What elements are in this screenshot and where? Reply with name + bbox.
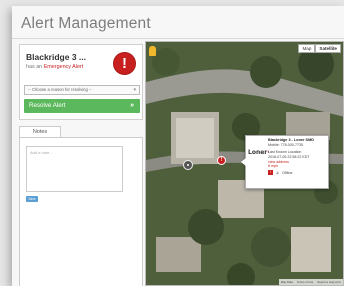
resolve-alert-button[interactable]: Resolve Alert » (24, 99, 140, 113)
notes-panel: Add a note... Save (19, 137, 143, 286)
info-window-pointer (241, 158, 246, 166)
page-title: Alert Management (21, 15, 151, 32)
map-type-satellite-button[interactable]: Satellite (315, 44, 341, 53)
double-chevron-right-icon: » (130, 102, 134, 109)
resolve-reason-placeholder: -- Choose a reason for resolving -- (28, 87, 92, 92)
info-device-title: Blackridge 3 - Loner SMD (268, 138, 314, 142)
worker-location-pin-icon[interactable] (183, 160, 193, 170)
alert-subtitle-prefix: has an (26, 64, 44, 70)
resolve-alert-label: Resolve Alert (29, 102, 66, 109)
save-note-button[interactable]: Save (26, 196, 38, 202)
info-mobile-number: Mobile: 778-000-7735 (268, 143, 303, 147)
info-last-known-label: Last Known Location (268, 150, 302, 154)
satellite-map[interactable]: Map Satellite ! Blackridge 3 - Loner SMD… (145, 41, 344, 286)
map-info-window: Blackridge 3 - Loner SMD Mobile: 778-000… (241, 135, 329, 189)
street-view-pegman-icon[interactable] (149, 46, 156, 56)
info-timestamp: 2018-07-05 22:58:22 EDT (268, 155, 310, 159)
report-map-error-link[interactable]: Report a map error (317, 280, 341, 284)
signal-icon: ◉ (276, 170, 280, 175)
alert-subtitle: has an Emergency Alert (26, 64, 83, 70)
title-divider (12, 38, 344, 39)
info-accuracy: 6 mph (268, 164, 278, 168)
map-data-link[interactable]: Map Data (281, 280, 293, 284)
notes-textarea[interactable]: Add a note... (26, 146, 123, 192)
alert-management-panel: Alert Management Blackridge 3 ... has an… (12, 6, 344, 286)
map-attribution: Map Data Terms of Use Report a map error (278, 279, 343, 285)
chevron-down-icon: ▾ (133, 87, 136, 93)
map-type-toggle: Map Satellite (298, 44, 341, 53)
loner-logo: Loner· (248, 149, 270, 156)
info-status-row: ! ◉ Offline (268, 170, 292, 175)
map-type-map-button[interactable]: Map (298, 44, 316, 53)
alert-type: Emergency Alert (43, 64, 84, 70)
alert-worker-name[interactable]: Blackridge 3 ... (26, 52, 86, 62)
resolve-reason-select[interactable]: -- Choose a reason for resolving -- ▾ (24, 85, 140, 95)
alert-card: Blackridge 3 ... has an Emergency Alert … (19, 44, 143, 120)
info-status-label: Offline (282, 170, 293, 175)
exclamation-icon: ! (113, 52, 136, 75)
alert-status-icon: ! (268, 170, 273, 175)
terms-of-use-link[interactable]: Terms of Use (297, 280, 313, 284)
alert-location-pin-icon[interactable]: ! (217, 156, 226, 165)
